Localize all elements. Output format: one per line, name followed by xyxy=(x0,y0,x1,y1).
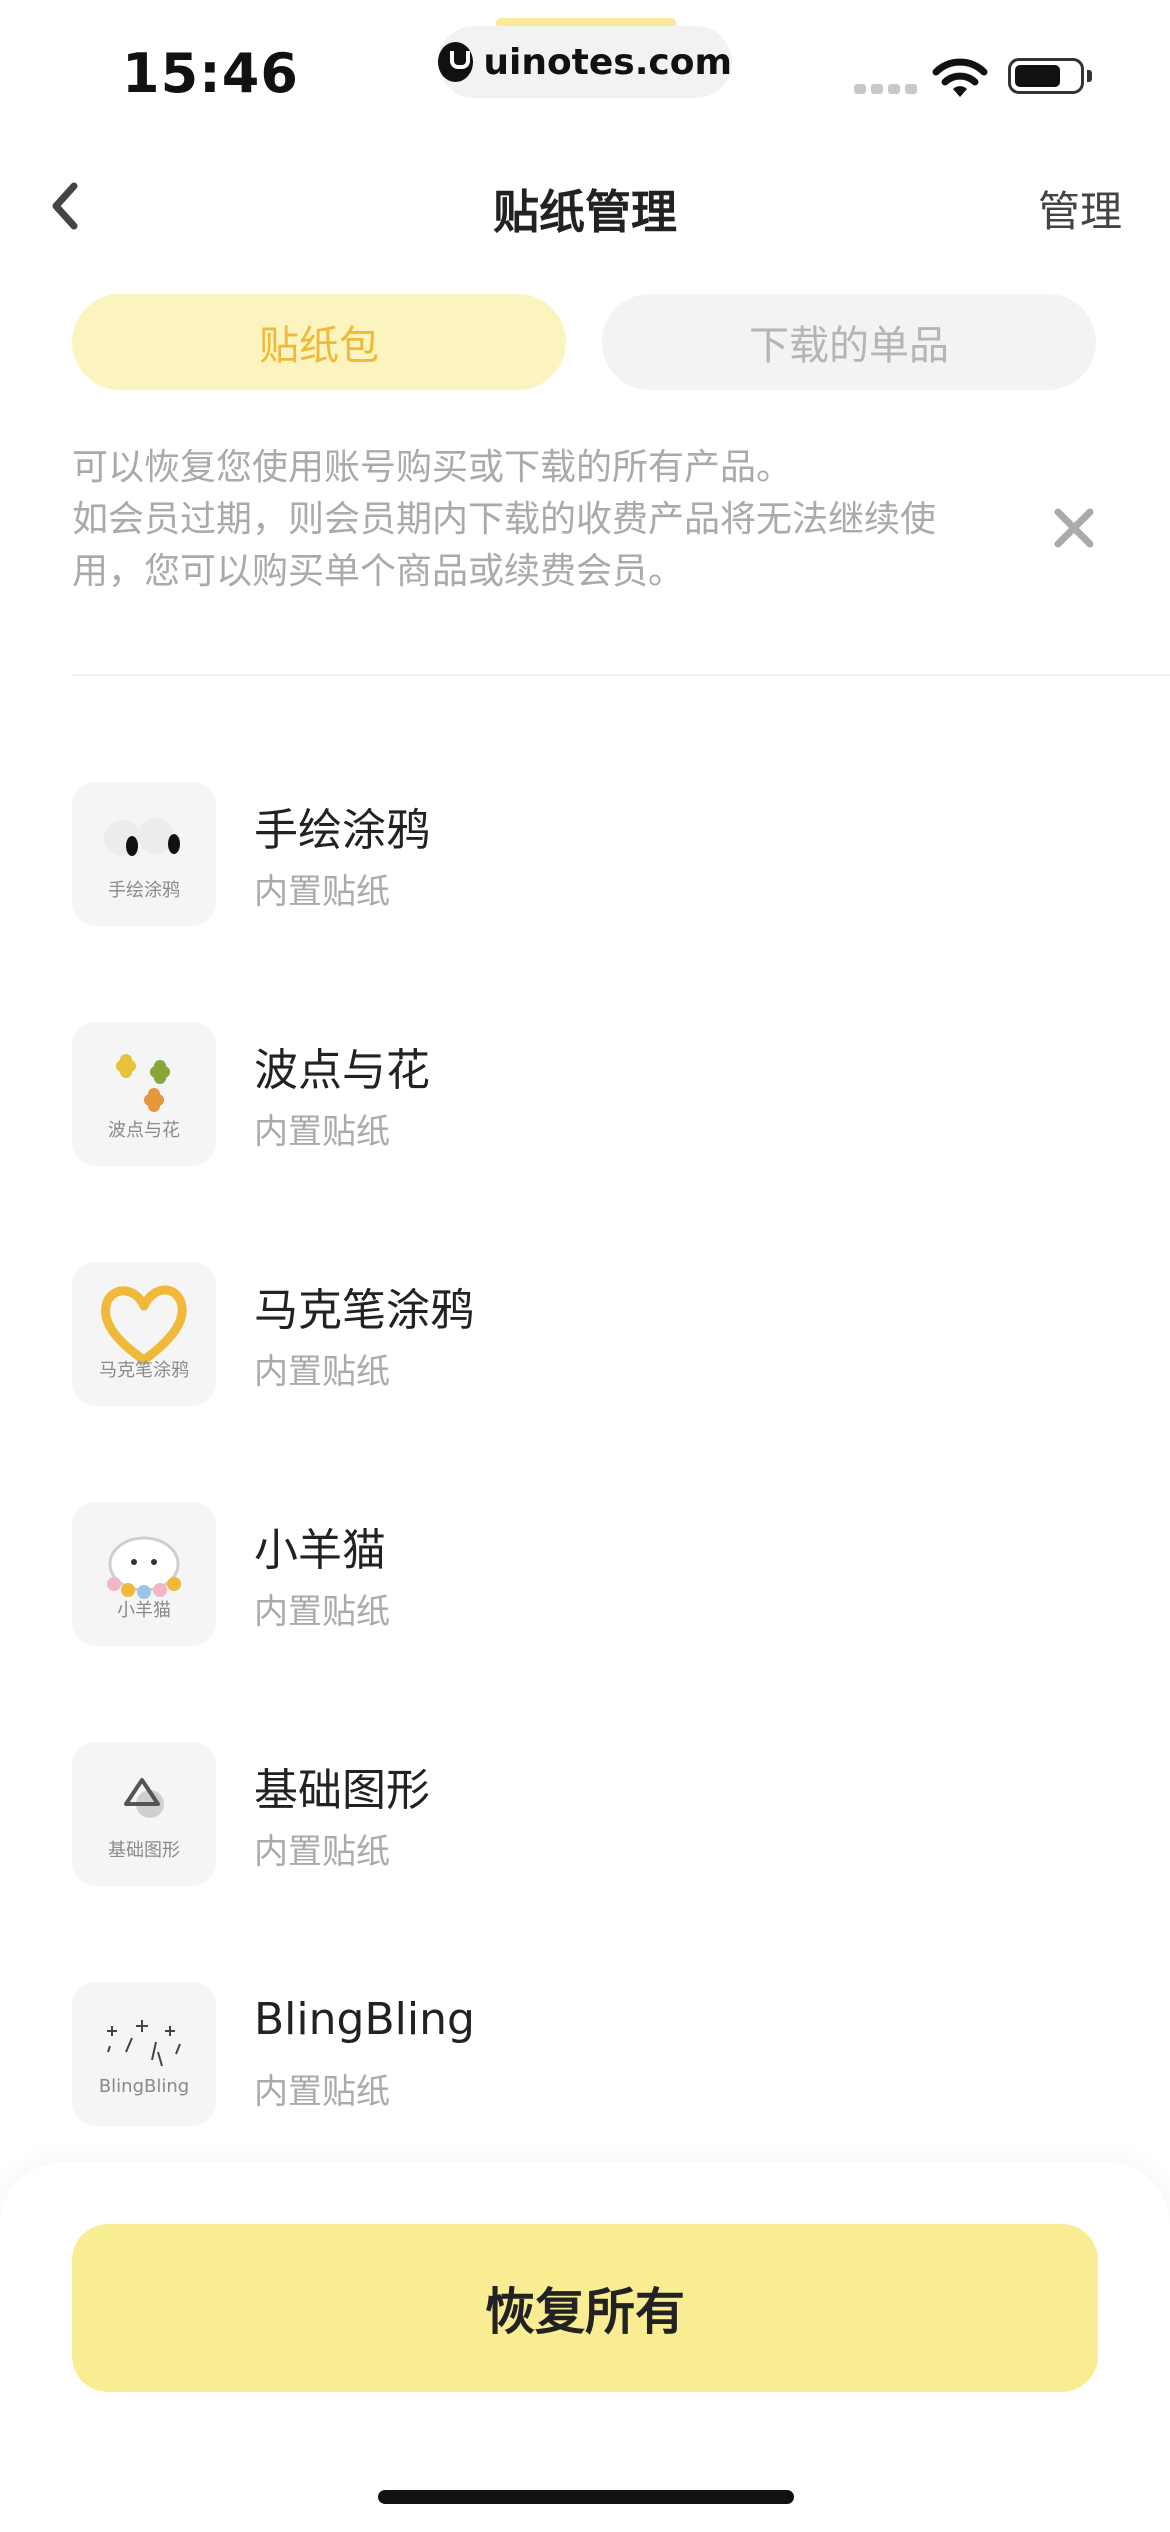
sheep-cat-icon xyxy=(107,1536,181,1599)
manage-button[interactable]: 管理 xyxy=(1038,178,1122,239)
sticker-thumbnail: 波点与花 xyxy=(72,1022,216,1166)
cellular-signal-icon xyxy=(854,84,917,94)
battery-cap xyxy=(1087,70,1092,82)
basic-shapes-icon xyxy=(124,1778,164,1818)
sticker-pack-item[interactable]: 波点与花 波点与花 内置贴纸 xyxy=(72,1022,1122,1168)
thumbnail-label: 手绘涂鸦 xyxy=(108,880,180,901)
sticker-pack-item[interactable]: 手绘涂鸦 手绘涂鸦 内置贴纸 xyxy=(72,782,1122,928)
thumbnail-label: 基础图形 xyxy=(108,1840,180,1861)
sticker-subtitle: 内置贴纸 xyxy=(254,1112,390,1152)
doodle-eyes-icon xyxy=(104,818,180,856)
sticker-thumbnail: 基础图形 xyxy=(72,1742,216,1886)
url-text: uinotes.com xyxy=(483,41,732,83)
page-title: 贴纸管理 xyxy=(493,185,677,239)
battery-icon xyxy=(1008,58,1084,94)
sticker-pack-item[interactable]: 小羊猫 小羊猫 内置贴纸 xyxy=(72,1502,1122,1648)
close-icon[interactable] xyxy=(1052,506,1096,550)
tab-downloaded-items[interactable]: 下载的单品 xyxy=(602,294,1096,390)
sticker-thumbnail: 手绘涂鸦 xyxy=(72,782,216,926)
flowers-icon xyxy=(116,1054,170,1112)
wifi-icon xyxy=(932,58,988,97)
divider xyxy=(72,674,1170,676)
restore-notice: 可以恢复您使用账号购买或下载的所有产品。 如会员过期，则会员期内下载的收费产品将… xyxy=(72,442,972,598)
sticker-title: 马克笔涂鸦 xyxy=(254,1285,474,1336)
tab-sticker-packs[interactable]: 贴纸包 xyxy=(72,294,566,390)
sticker-pack-item[interactable]: 基础图形 基础图形 内置贴纸 xyxy=(72,1742,1122,1888)
sticker-title: 手绘涂鸦 xyxy=(254,805,430,856)
sticker-title: BlingBling xyxy=(254,1994,475,2045)
sticker-pack-item[interactable]: BlingBling BlingBling 内置贴纸 xyxy=(72,1982,1122,2128)
sticker-subtitle: 内置贴纸 xyxy=(254,1352,390,1392)
sticker-subtitle: 内置贴纸 xyxy=(254,2072,390,2112)
sticker-thumbnail: BlingBling xyxy=(72,1982,216,2126)
notice-line-2: 如会员过期，则会员期内下载的收费产品将无法继续使用，您可以购买单个商品或续费会员… xyxy=(72,499,937,592)
sticker-subtitle: 内置贴纸 xyxy=(254,1832,390,1872)
sticker-subtitle: 内置贴纸 xyxy=(254,872,390,912)
home-indicator xyxy=(378,2490,794,2504)
sticker-pack-item[interactable]: 马克笔涂鸦 马克笔涂鸦 内置贴纸 xyxy=(72,1262,1122,1408)
url-pill[interactable]: uinotes.com xyxy=(438,26,732,98)
sticker-subtitle: 内置贴纸 xyxy=(254,1592,390,1632)
thumbnail-label: 马克笔涂鸦 xyxy=(99,1360,189,1381)
thumbnail-label: BlingBling xyxy=(98,2076,190,2097)
sticker-title: 小羊猫 xyxy=(254,1525,386,1576)
sticker-thumbnail: 马克笔涂鸦 xyxy=(72,1262,216,1406)
thumbnail-label: 波点与花 xyxy=(108,1120,180,1141)
sparkles-icon xyxy=(107,2020,181,2067)
heart-icon xyxy=(101,1285,187,1365)
thumbnail-label: 小羊猫 xyxy=(117,1600,171,1621)
restore-all-button[interactable]: 恢复所有 xyxy=(72,2224,1098,2392)
site-logo-icon xyxy=(438,42,474,82)
sticker-title: 基础图形 xyxy=(254,1765,430,1816)
status-time: 15:46 xyxy=(122,42,299,105)
sticker-title: 波点与花 xyxy=(254,1045,430,1096)
notice-line-1: 可以恢复您使用账号购买或下载的所有产品。 xyxy=(72,447,793,488)
sticker-thumbnail: 小羊猫 xyxy=(72,1502,216,1646)
